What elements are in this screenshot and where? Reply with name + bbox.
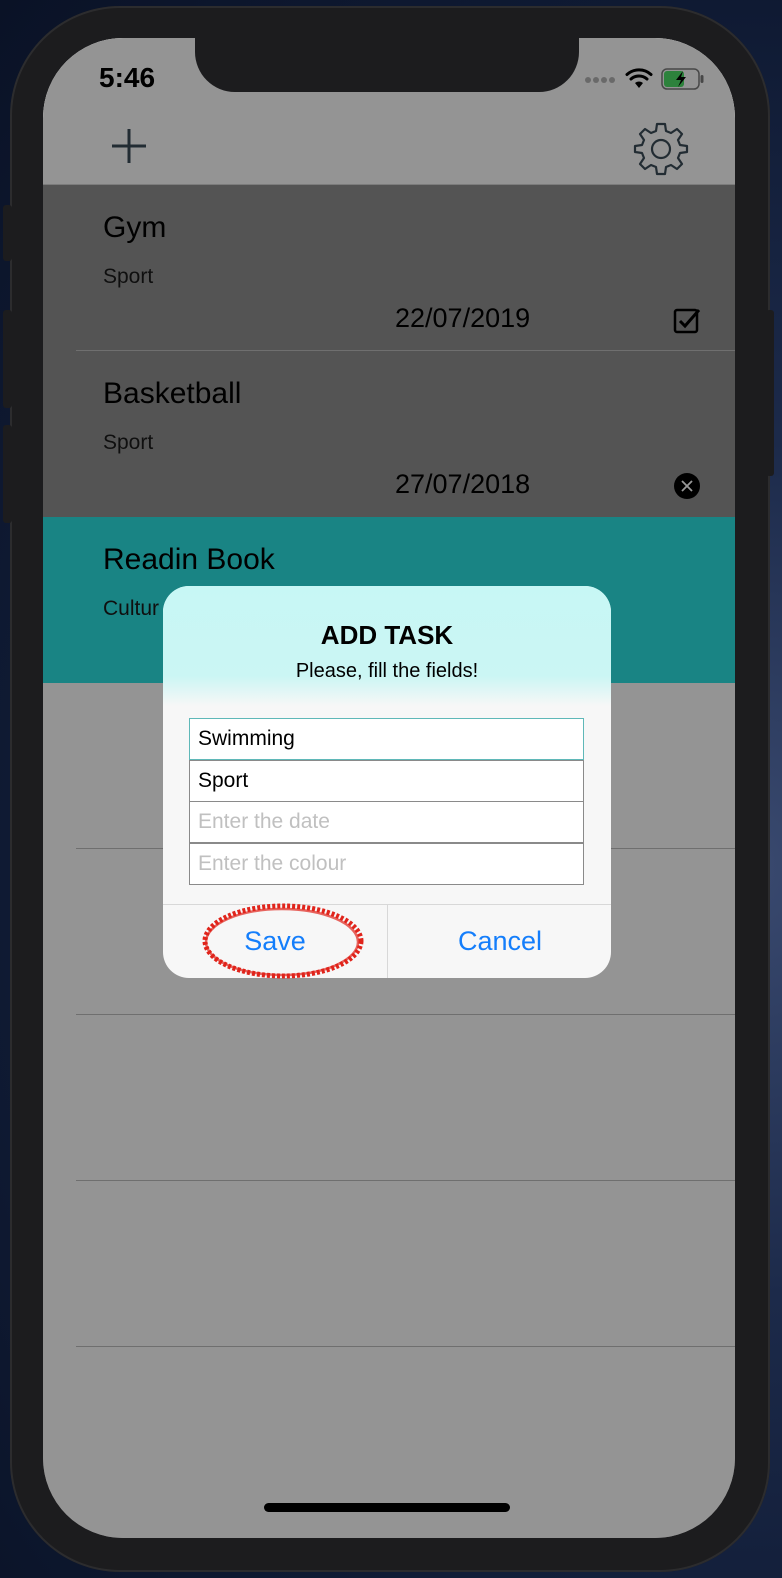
notch <box>195 38 579 92</box>
home-indicator <box>264 1503 510 1512</box>
dialog-title: ADD TASK <box>320 620 454 650</box>
cancel-button[interactable]: Cancel <box>388 905 611 978</box>
phone-screen: 5:46 Gym Sport 22/07/2019 Basketball Spo… <box>43 38 735 1538</box>
mute-switch <box>3 205 12 261</box>
dialog-subtitle: Please, fill the fields! <box>295 660 479 682</box>
add-task-dialog: ADD TASK Please, fill the fields! Save C… <box>163 586 611 978</box>
task-name-field[interactable] <box>189 718 584 760</box>
volume-down-button <box>3 425 12 523</box>
date-field[interactable] <box>189 801 584 843</box>
category-field[interactable] <box>189 760 584 802</box>
colour-field[interactable] <box>189 843 584 885</box>
volume-up-button <box>3 310 12 408</box>
power-button <box>766 310 774 476</box>
save-button[interactable]: Save <box>163 905 387 978</box>
